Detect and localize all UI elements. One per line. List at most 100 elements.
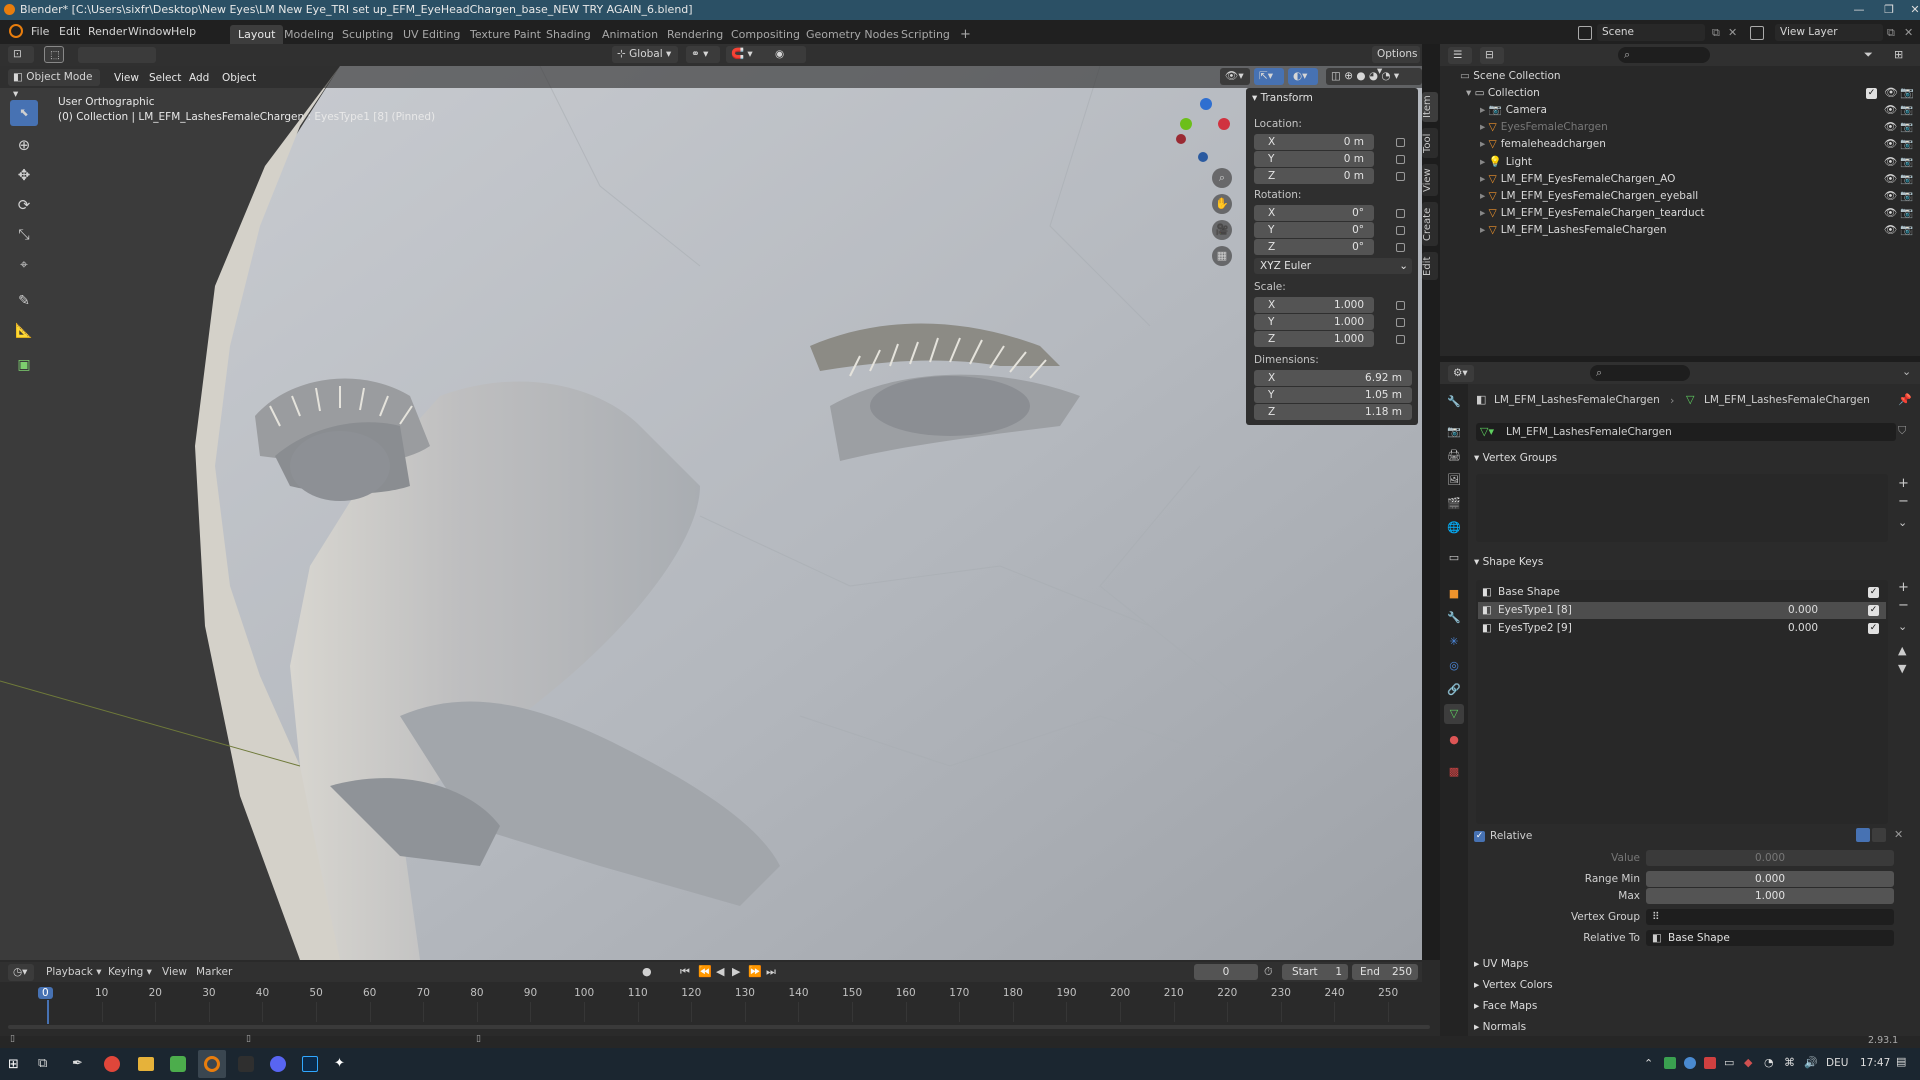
move-tool-icon[interactable]: ✥ — [10, 162, 38, 188]
face-maps-header[interactable]: ▸ Face Maps — [1474, 997, 1537, 1015]
tray-app-icon[interactable] — [1664, 1057, 1676, 1069]
remove-shape-key-icon[interactable]: − — [1898, 598, 1909, 613]
tab-texture-paint[interactable]: Texture Paint — [462, 25, 549, 44]
uv-maps-header[interactable]: ▸ UV Maps — [1474, 955, 1528, 973]
tab-animation[interactable]: Animation — [594, 25, 666, 44]
scale-tool-icon[interactable]: ⤡ — [10, 222, 38, 248]
lock-location-x-icon[interactable] — [1396, 138, 1405, 147]
scale-z-field[interactable]: Z 1.000 — [1254, 331, 1374, 347]
scene-icon[interactable] — [1578, 26, 1592, 40]
shape-keys-header[interactable]: ▾ Shape Keys — [1474, 553, 1543, 571]
scale-x-field[interactable]: X 1.000 — [1254, 297, 1374, 313]
tool-settings-tab-icon[interactable]: 🔧 — [1444, 392, 1464, 412]
menu-window[interactable]: Window — [128, 24, 171, 40]
tray-app2-icon[interactable]: ◆ — [1744, 1056, 1752, 1069]
scene-new-icon[interactable]: ⧉ — [1712, 26, 1720, 40]
scene-selector[interactable]: Scene — [1597, 24, 1705, 41]
tab-rendering[interactable]: Rendering — [659, 25, 731, 44]
tray-mail-icon[interactable] — [1704, 1057, 1716, 1069]
outliner-item[interactable]: ▸ ▽ femaleheadchargen 👁 📷 — [1480, 136, 1918, 153]
transform-orientation-dropdown[interactable]: ⊹ Global ▾ — [612, 46, 678, 63]
app-green-icon[interactable] — [170, 1056, 186, 1072]
collection-exclude-checkbox[interactable]: ✓ — [1866, 88, 1877, 99]
tab-compositing[interactable]: Compositing — [723, 25, 808, 44]
start-frame-field[interactable]: Start 1 — [1282, 964, 1348, 980]
lock-rotation-x-icon[interactable] — [1396, 209, 1405, 218]
add-shape-key-icon[interactable]: + — [1898, 580, 1909, 595]
location-y-field[interactable]: Y 0 m — [1254, 151, 1374, 167]
outliner-item[interactable]: ▸ ▽ LM_EFM_LashesFemaleChargen 👁 📷 — [1480, 222, 1918, 239]
tab-sculpting[interactable]: Sculpting — [334, 25, 401, 44]
scale-y-field[interactable]: Y 1.000 — [1254, 314, 1374, 330]
rotation-x-field[interactable]: X 0° — [1254, 205, 1374, 221]
rotation-y-field[interactable]: Y 0° — [1254, 222, 1374, 238]
menu-edit[interactable]: Edit — [59, 24, 80, 40]
close-icon[interactable]: ✕ — [1900, 0, 1920, 20]
scene-collection-row[interactable]: ▭ Scene Collection — [1460, 68, 1561, 85]
transform-tool-icon[interactable]: ⌖ — [10, 252, 38, 278]
expand-item-icon[interactable]: ▸ — [1480, 156, 1489, 168]
sidebar-tab-edit[interactable]: Edit — [1422, 252, 1438, 280]
outliner-item[interactable]: ▸ ▽ LM_EFM_EyesFemaleChargen_tearduct 👁 📷 — [1480, 205, 1918, 222]
chrome-icon[interactable] — [104, 1056, 120, 1072]
viewport-menu-add[interactable]: Add — [189, 72, 209, 84]
range-min-field[interactable]: 0.000 — [1646, 871, 1894, 887]
expand-collection-icon[interactable]: ▾ — [1466, 87, 1471, 99]
overlay-toggle-icon[interactable]: ◐▾ — [1288, 68, 1318, 85]
properties-search-input[interactable]: ⌕ — [1590, 365, 1690, 381]
expand-item-icon[interactable]: ▸ — [1480, 121, 1489, 133]
tray-expand-icon[interactable]: ⌃ — [1644, 1057, 1653, 1070]
app-dark-icon[interactable] — [238, 1056, 254, 1072]
outliner-item[interactable]: ▸ ▽ EyesFemaleChargen 👁 📷 — [1480, 119, 1918, 136]
shape-key-value[interactable]: 0.000 — [1788, 620, 1818, 637]
shape-key-menu-icon[interactable]: ⌄ — [1898, 620, 1907, 633]
editor-type-icon[interactable]: ⊡ — [8, 46, 34, 63]
particles-tab-icon[interactable]: ✳ — [1444, 632, 1464, 652]
visibility-eye-icon[interactable]: 👁 — [1884, 171, 1897, 188]
tray-clock[interactable]: 17:47 — [1860, 1057, 1890, 1069]
expand-item-icon[interactable]: ▸ — [1480, 138, 1489, 150]
clear-shape-key-icon[interactable]: ✕ — [1894, 828, 1903, 841]
menu-file[interactable]: File — [31, 24, 49, 40]
tab-modeling[interactable]: Modeling — [276, 25, 342, 44]
expand-item-icon[interactable]: ▸ — [1480, 224, 1489, 236]
lock-scale-z-icon[interactable] — [1396, 335, 1405, 344]
move-up-icon[interactable]: ▲ — [1898, 644, 1906, 657]
gizmo-neg-z-icon[interactable] — [1198, 152, 1208, 162]
vertex-group-menu-icon[interactable]: ⌄ — [1898, 516, 1907, 529]
location-z-field[interactable]: Z 0 m — [1254, 168, 1374, 184]
tab-scripting[interactable]: Scripting — [893, 25, 958, 44]
add-vertex-group-icon[interactable]: + — [1898, 476, 1909, 491]
timeline-menu-view[interactable]: View — [162, 966, 187, 978]
timeline-scrollbar[interactable] — [8, 1025, 1430, 1029]
mesh-data-tab-icon[interactable]: ▽ — [1444, 704, 1464, 724]
move-down-icon[interactable]: ▼ — [1898, 662, 1906, 675]
proportional-edit-icon[interactable]: ◉ — [770, 46, 806, 63]
options-dropdown[interactable]: Options ▾ — [1372, 46, 1420, 77]
tab-geometry-nodes[interactable]: Geometry Nodes — [798, 25, 907, 44]
preview-range-icon[interactable]: ⏱ — [1264, 965, 1273, 979]
gizmo-neg-x-icon[interactable] — [1176, 134, 1186, 144]
scene-tab-icon[interactable]: 🎬 — [1444, 494, 1464, 514]
render-camera-icon[interactable]: 📷 — [1900, 136, 1913, 153]
display-mode-icon[interactable]: ⊟ — [1480, 47, 1504, 64]
select-tool-icon[interactable]: ⬉ — [10, 100, 38, 126]
lock-rotation-z-icon[interactable] — [1396, 243, 1405, 252]
ortho-grid-icon[interactable]: ▦ — [1212, 246, 1232, 266]
timeline-menu-playback[interactable]: Playback ▾ — [46, 966, 101, 978]
material-tab-icon[interactable]: ● — [1444, 730, 1464, 750]
relative-checkbox[interactable]: ✓ — [1474, 831, 1485, 842]
blender-taskbar-active[interactable] — [198, 1050, 226, 1078]
value-field[interactable]: 0.000 — [1646, 850, 1894, 866]
zoom-icon[interactable]: ⌕ — [1212, 168, 1232, 188]
visibility-icon[interactable]: 👁▾ — [1220, 68, 1250, 85]
vertex-groups-list[interactable] — [1476, 474, 1888, 542]
vertex-groups-header[interactable]: ▾ Vertex Groups — [1474, 449, 1557, 467]
outliner-item[interactable]: ▸ 💡 Light 👁 📷 — [1480, 154, 1918, 171]
tab-uv-editing[interactable]: UV Editing — [395, 25, 468, 44]
navigation-gizmo[interactable] — [1170, 96, 1230, 166]
outliner-item[interactable]: ▸ ▽ LM_EFM_EyesFemaleChargen_eyeball 👁 📷 — [1480, 188, 1918, 205]
vertex-colors-header[interactable]: ▸ Vertex Colors — [1474, 976, 1553, 994]
dimensions-z-field[interactable]: Z 1.18 m — [1254, 404, 1412, 420]
tray-steam-icon[interactable] — [1684, 1057, 1696, 1069]
